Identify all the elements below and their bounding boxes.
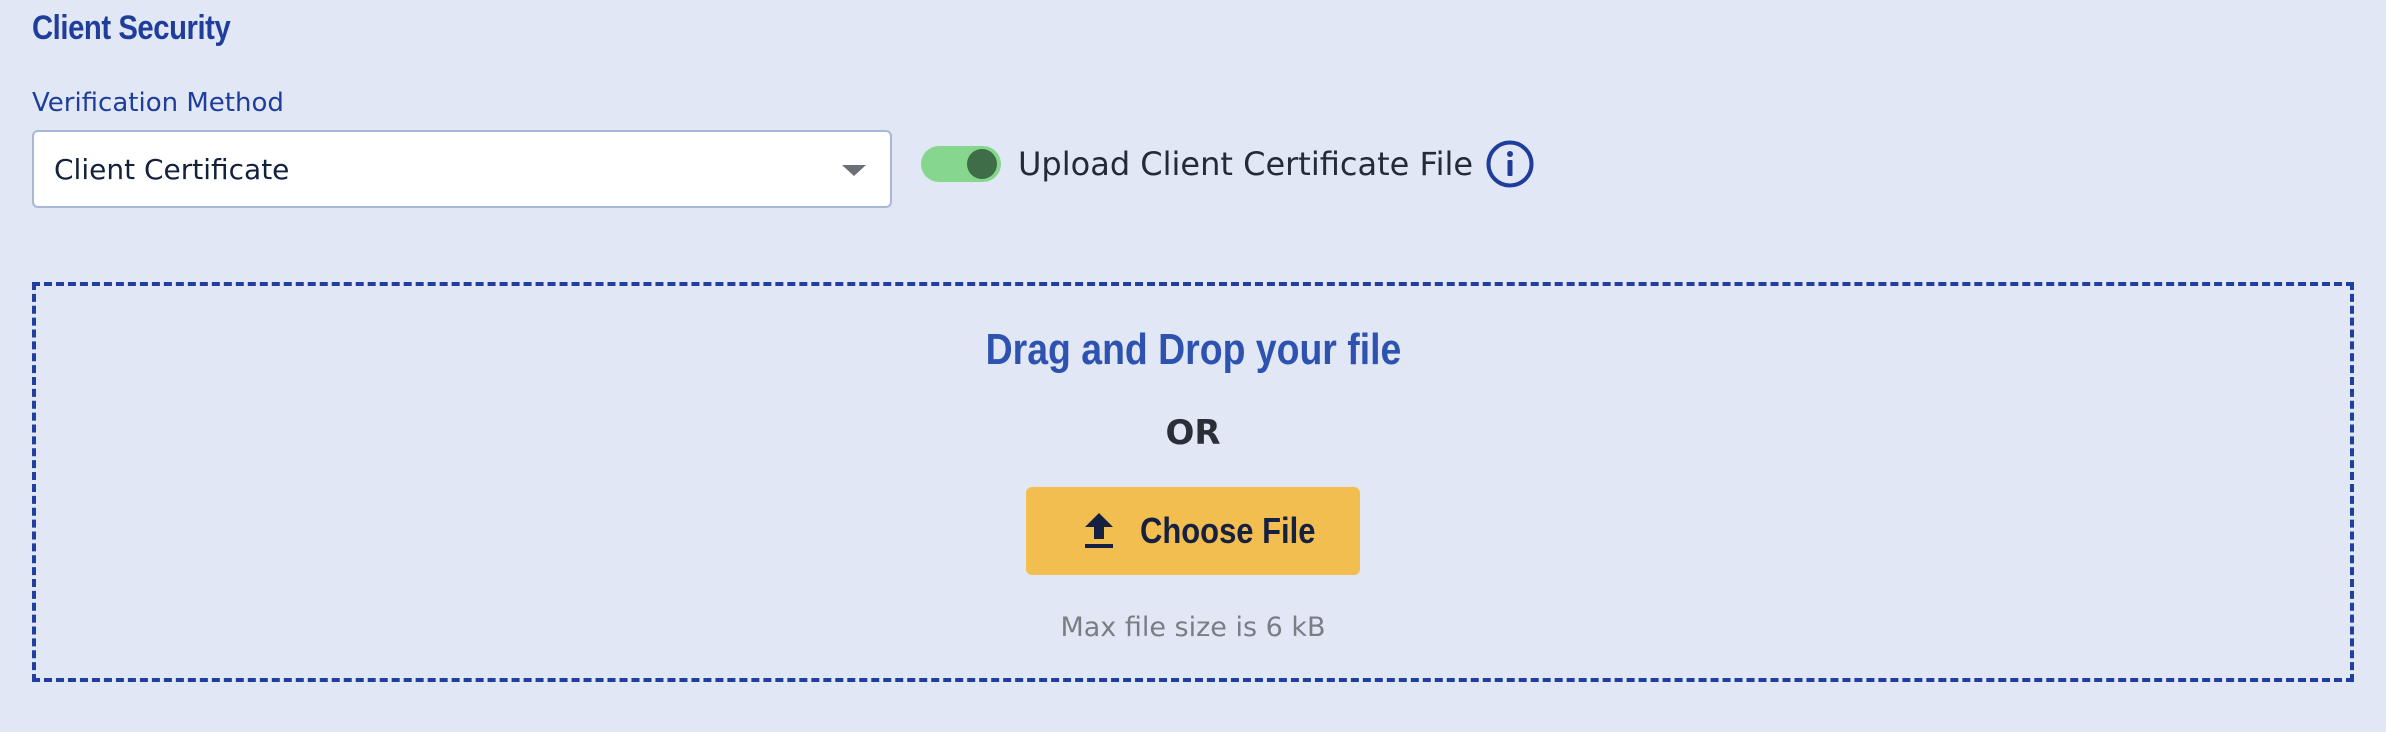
verification-method-select[interactable]: Client Certificate xyxy=(32,130,892,208)
dropzone-title: Drag and Drop your file xyxy=(985,325,1401,374)
toggle-knob xyxy=(967,149,997,179)
verification-method-label: Verification Method xyxy=(32,88,284,118)
verification-method-value: Client Certificate xyxy=(54,153,290,186)
upload-certificate-toggle-label: Upload Client Certificate File xyxy=(1018,145,1474,183)
section-title: Client Security xyxy=(32,9,231,47)
choose-file-label: Choose File xyxy=(1140,510,1316,551)
max-file-size-hint: Max file size is 6 kB xyxy=(1060,612,1326,643)
caret-down-icon xyxy=(842,165,866,176)
or-divider-text: OR xyxy=(1165,413,1221,453)
choose-file-button[interactable]: Choose File xyxy=(1026,487,1360,575)
upload-icon xyxy=(1082,511,1116,551)
info-icon[interactable] xyxy=(1485,139,1535,189)
upload-certificate-toggle[interactable] xyxy=(921,146,1001,182)
